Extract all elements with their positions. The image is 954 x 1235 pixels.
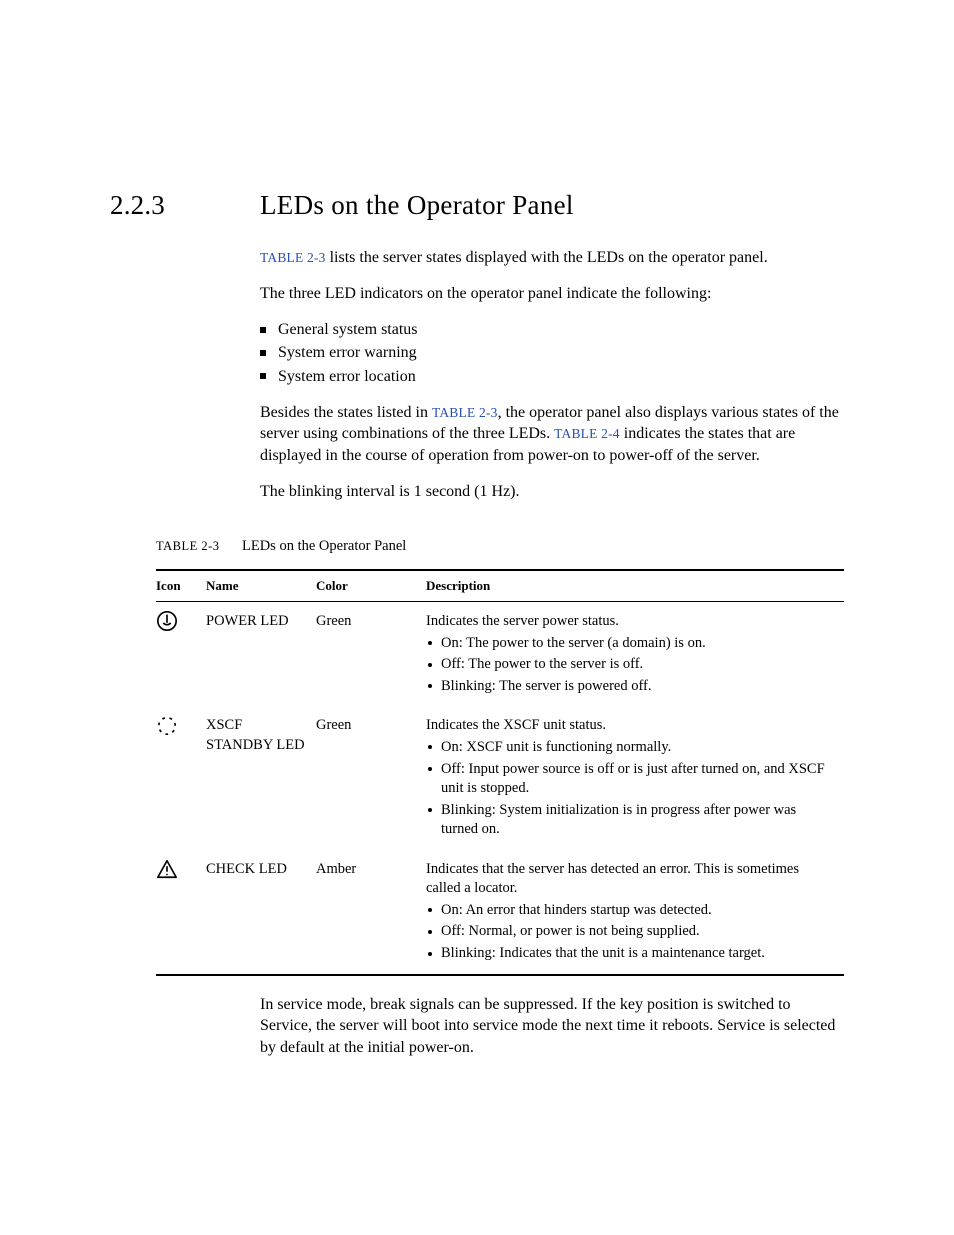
th-desc: Description [426,570,844,602]
text-run: lists the server states displayed with t… [326,249,768,266]
th-icon: Icon [156,570,206,602]
desc-bullet: Off: Normal, or power is not being suppl… [426,922,834,942]
led-description: Indicates that the server has detected a… [426,850,844,975]
warning-icon [156,858,178,880]
table-ref-link[interactable]: TABLE 2-4 [554,426,620,441]
desc-intro: Indicates the server power status. [426,613,619,629]
led-table: Icon Name Color Description [156,569,844,975]
desc-bullet: Off: Input power source is off or is jus… [426,760,834,799]
icon-cell [156,850,206,975]
feature-list: General system status System error warni… [260,318,844,388]
desc-intro: Indicates the XSCF unit status. [426,717,606,733]
after-paragraph: In service mode, break signals can be su… [260,994,844,1059]
th-name: Name [206,570,316,602]
intro-paragraph-1: TABLE 2-3 lists the server states displa… [260,247,844,269]
table-caption: TABLE 2-3 LEDs on the Operator Panel [156,538,844,555]
intro-paragraph-3: Besides the states listed in TABLE 2-3, … [260,402,844,467]
table-row: POWER LED Green Indicates the server pow… [156,602,844,707]
th-color: Color [316,570,426,602]
intro-paragraph-4: The blinking interval is 1 second (1 Hz)… [260,481,844,503]
led-color: Amber [316,850,426,975]
icon-cell [156,602,206,707]
section-body: TABLE 2-3 lists the server states displa… [260,247,844,502]
led-name: POWER LED [206,602,316,707]
desc-bullet: On: An error that hinders startup was de… [426,901,834,921]
table-code: TABLE 2-3 [156,539,242,554]
led-name: CHECK LED [206,850,316,975]
desc-bullet: Off: The power to the server is off. [426,655,834,675]
power-icon [156,610,178,632]
section-title: LEDs on the Operator Panel [260,190,574,221]
table-row: CHECK LED Amber Indicates that the serve… [156,850,844,975]
table-caption-text: LEDs on the Operator Panel [242,538,406,555]
led-color: Green [316,602,426,707]
standby-icon [156,714,178,736]
desc-bullet: Blinking: Indicates that the unit is a m… [426,944,834,964]
section-number: 2.2.3 [110,190,260,221]
document-page: 2.2.3 LEDs on the Operator Panel TABLE 2… [0,0,954,1235]
list-item: System error location [260,365,844,388]
section-header: 2.2.3 LEDs on the Operator Panel [110,190,844,221]
desc-bullet: On: The power to the server (a domain) i… [426,634,834,654]
desc-bullet: Blinking: System initialization is in pr… [426,801,834,840]
list-item: System error warning [260,341,844,364]
desc-bullet: Blinking: The server is powered off. [426,677,834,697]
intro-paragraph-2: The three LED indicators on the operator… [260,283,844,305]
list-item: General system status [260,318,844,341]
text-run: Besides the states listed in [260,404,432,421]
desc-bullet: On: XSCF unit is functioning normally. [426,738,834,758]
table-ref-link[interactable]: TABLE 2-3 [432,405,498,420]
led-description: Indicates the XSCF unit status. On: XSCF… [426,706,844,849]
icon-cell [156,706,206,849]
led-name: XSCF STANDBY LED [206,706,316,849]
led-color: Green [316,706,426,849]
table-row: XSCF STANDBY LED Green Indicates the XSC… [156,706,844,849]
led-description: Indicates the server power status. On: T… [426,602,844,707]
table-container: TABLE 2-3 LEDs on the Operator Panel Ico… [156,538,844,975]
after-table-body: In service mode, break signals can be su… [260,994,844,1059]
desc-intro: Indicates that the server has detected a… [426,861,799,897]
table-ref-link[interactable]: TABLE 2-3 [260,250,326,265]
